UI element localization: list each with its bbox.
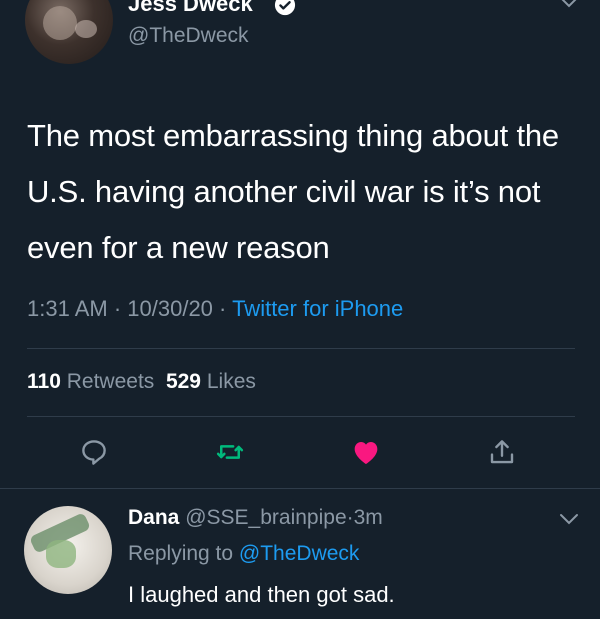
- avatar-detail: [75, 20, 97, 38]
- retweets-stat[interactable]: 110 Retweets: [27, 370, 154, 393]
- meta-separator: ·: [107, 296, 128, 321]
- share-button[interactable]: [482, 432, 522, 472]
- tweet-text: The most embarrassing thing about the U.…: [27, 118, 559, 265]
- retweets-label: Retweets: [66, 370, 155, 393]
- retweet-button[interactable]: [210, 432, 250, 472]
- meta-separator: ·: [212, 296, 233, 321]
- heart-icon: [354, 442, 378, 464]
- reply-age[interactable]: 3m: [354, 506, 383, 529]
- tweet-time[interactable]: 1:31 AM: [27, 296, 108, 321]
- meta-separator: ·: [346, 506, 354, 529]
- verified-badge-icon: [274, 0, 296, 16]
- tweet-date[interactable]: 10/30/20: [127, 296, 213, 321]
- reply-header: Dana @SSE_brainpipe·3m: [128, 506, 383, 530]
- reply-text: I laughed and then got sad.: [128, 582, 395, 607]
- retweets-count: 110: [27, 370, 61, 393]
- likes-stat[interactable]: 529 Likes: [166, 370, 256, 393]
- author-name[interactable]: Jess Dweck: [128, 0, 253, 17]
- chevron-down-icon[interactable]: [558, 0, 580, 10]
- reply-author-handle[interactable]: @SSE_brainpipe: [185, 506, 346, 529]
- reply-author-name[interactable]: Dana: [128, 506, 179, 529]
- reply-author-avatar[interactable]: [24, 506, 112, 594]
- divider: [27, 416, 575, 417]
- divider: [27, 348, 575, 349]
- chevron-down-icon[interactable]: [558, 512, 580, 526]
- author-avatar[interactable]: [25, 0, 113, 64]
- likes-count: 529: [165, 370, 201, 393]
- tweet-meta: 1:31 AM · 10/30/20 · Twitter for iPhone: [27, 296, 403, 322]
- engagement-stats: 110 Retweets 529 Likes: [27, 370, 256, 394]
- retweet-icon: [216, 445, 244, 459]
- replying-to-line: Replying to @TheDweck: [128, 542, 359, 566]
- tweet-source-link[interactable]: Twitter for iPhone: [232, 296, 403, 321]
- replying-prefix: Replying to: [128, 542, 234, 565]
- reply-icon: [82, 440, 106, 465]
- reply-button[interactable]: [74, 432, 114, 472]
- author-handle[interactable]: @TheDweck: [128, 24, 249, 48]
- avatar-detail: [46, 540, 76, 568]
- replying-to-mention[interactable]: @TheDweck: [239, 542, 360, 565]
- likes-label: Likes: [206, 370, 256, 393]
- section-divider: [0, 488, 600, 489]
- avatar-detail: [43, 6, 77, 40]
- share-icon: [490, 440, 514, 464]
- like-button[interactable]: [346, 432, 386, 472]
